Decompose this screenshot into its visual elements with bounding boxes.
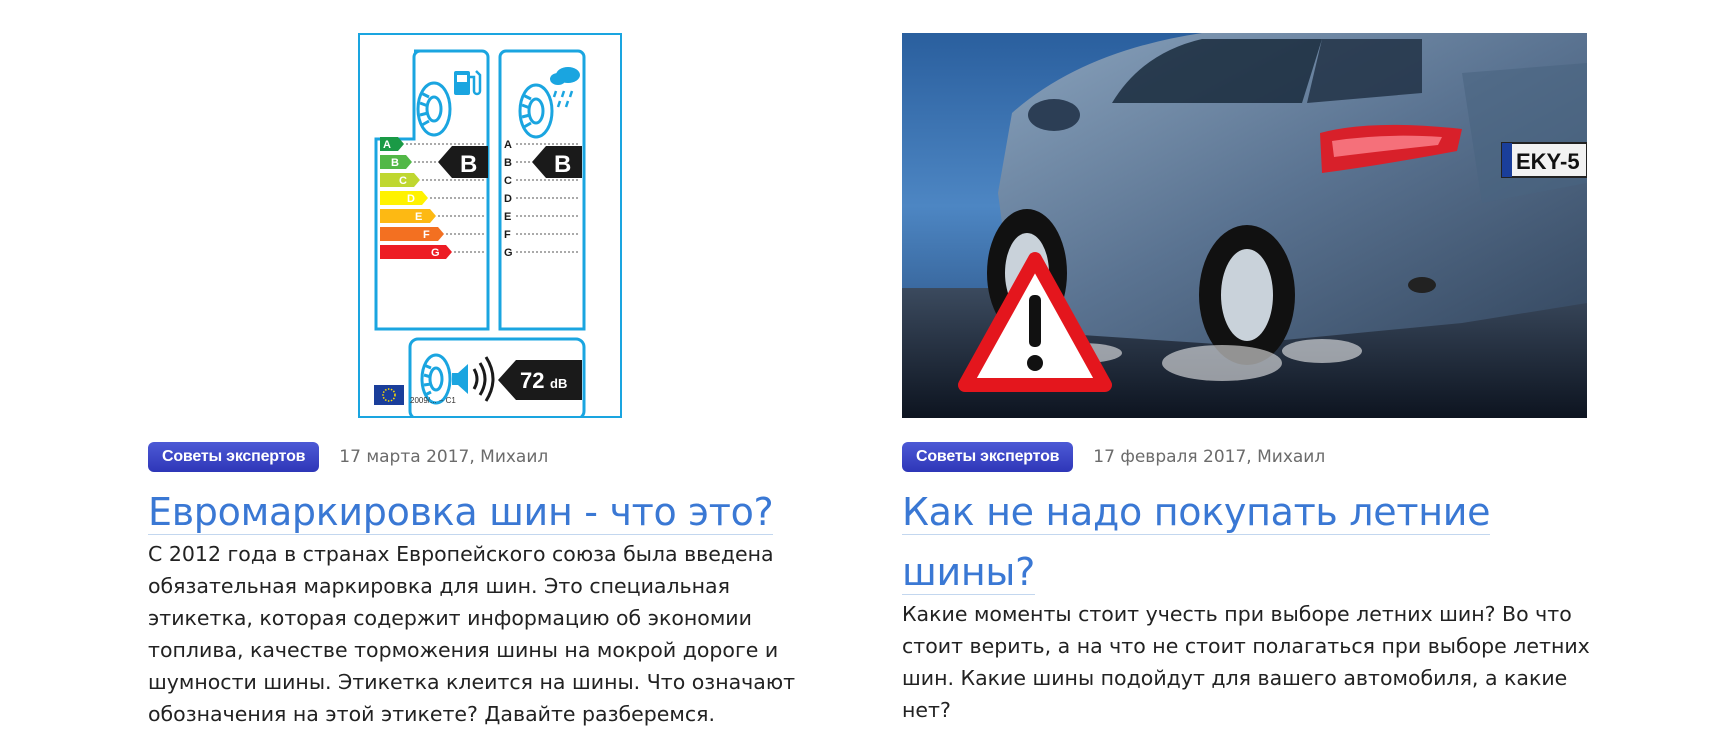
fuel-grade-f	[380, 227, 444, 241]
wet-grade-label: D	[504, 193, 512, 205]
article-title: Как не надо покупать летние шины?	[902, 482, 1542, 602]
article-title-link[interactable]: Евромаркировка шин - что это?	[148, 490, 774, 535]
article-excerpt: Какие моменты стоит учесть при выборе ле…	[902, 602, 1590, 722]
noise-unit: dB	[550, 376, 567, 391]
fuel-grade-label: F	[423, 229, 430, 241]
fuel-grade-g	[380, 245, 452, 259]
fuel-grade-d	[380, 191, 428, 205]
fuel-grade-label: D	[407, 193, 415, 205]
wet-grade-label: C	[504, 175, 512, 187]
noise-value-marker: 72 dB	[498, 360, 582, 400]
article-image-eu-tyre-label[interactable]: A B C D E F G B A B C D E F G B 72 dB 20…	[358, 33, 622, 421]
fuel-rating-letter: B	[460, 151, 477, 178]
fuel-grade-label: C	[399, 175, 407, 187]
wet-rating-letter: B	[554, 151, 571, 178]
fuel-grade-label: A	[383, 139, 391, 151]
wet-grade-label: F	[504, 229, 511, 241]
wet-grade-label: B	[504, 157, 512, 169]
fuel-grade-e	[380, 209, 436, 223]
article-meta: Советы экспертов 17 марта 2017, Михаил	[148, 441, 548, 473]
wet-grade-label: G	[504, 247, 513, 259]
noise-value: 72	[520, 368, 544, 393]
article-date-author: 17 марта 2017, Михаил	[339, 447, 549, 467]
article-meta: Советы экспертов 17 февраля 2017, Михаил	[902, 441, 1325, 473]
category-badge[interactable]: Советы экспертов	[148, 442, 320, 472]
article-excerpt: С 2012 года в странах Европейского союза…	[148, 542, 796, 726]
article-title-link[interactable]: Как не надо покупать летние шины?	[902, 490, 1491, 595]
wet-grade-label: E	[504, 211, 511, 223]
fuel-grade-label: G	[431, 247, 440, 259]
fuel-grade-label: B	[391, 157, 399, 169]
car: EKY-5	[987, 33, 1588, 365]
eu-flag-icon	[374, 385, 404, 405]
car-rear-photo: EKY-5	[902, 33, 1588, 418]
regulation-text: 2009/... – C1	[410, 396, 456, 405]
article-image-car-photo[interactable]: EKY-5	[902, 33, 1588, 418]
article-date-author: 17 февраля 2017, Михаил	[1093, 447, 1326, 467]
eu-tyre-label: A B C D E F G B A B C D E F G B 72 dB 20…	[358, 33, 622, 421]
article-title: Евромаркировка шин - что это?	[148, 482, 848, 542]
wet-grade-label: A	[504, 139, 512, 151]
license-plate-text: EKY-5	[1516, 149, 1580, 174]
fuel-grade-label: E	[415, 211, 422, 223]
category-badge[interactable]: Советы экспертов	[902, 442, 1074, 472]
